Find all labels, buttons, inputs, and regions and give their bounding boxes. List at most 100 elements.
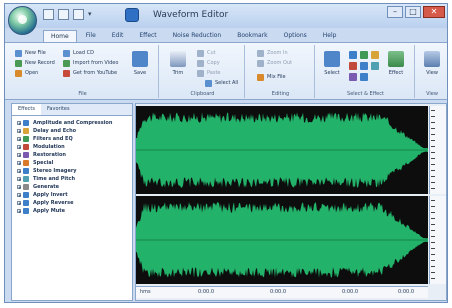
effects-tree-item[interactable]: + Time and Pitch (17, 175, 132, 183)
expand-icon[interactable]: + (17, 193, 21, 198)
expand-icon[interactable]: + (17, 137, 21, 142)
application-menu-button[interactable] (8, 6, 37, 35)
ribbon-tabs: Home File Edit Effect Noise Reduction Bo… (43, 30, 343, 42)
scale-tick (431, 140, 435, 141)
trim-button[interactable]: Trim (167, 49, 189, 87)
effect-echo-icon[interactable] (371, 51, 379, 59)
load-cd-button[interactable]: Load CD (63, 49, 94, 58)
ribbon-group-view: View View (417, 45, 447, 98)
ribbon-group-editing: Zoom In Zoom Out Mix File Editing (247, 45, 315, 98)
tab-bookmark[interactable]: Bookmark (230, 30, 274, 42)
save-button-label: Save (133, 70, 147, 76)
maximize-button[interactable]: □ (405, 6, 421, 18)
effects-tree-item[interactable]: + Amplitude and Compression (17, 119, 132, 127)
left-channel[interactable] (136, 106, 428, 194)
scale-tick (431, 254, 435, 255)
right-channel-waveform (136, 202, 428, 278)
effect-amplify-icon[interactable] (349, 51, 357, 59)
tab-options[interactable]: Options (277, 30, 314, 42)
cut-button[interactable]: Cut (197, 49, 216, 58)
copy-button[interactable]: Copy (197, 59, 220, 68)
scale-tick (431, 200, 435, 201)
tab-home[interactable]: Home (43, 30, 77, 42)
expand-icon[interactable]: + (17, 209, 21, 214)
minimize-button[interactable]: – (387, 6, 403, 18)
expand-icon[interactable]: + (17, 161, 21, 166)
get-from-youtube-button[interactable]: Get from YouTube (63, 69, 117, 78)
timeline-label: hms (140, 289, 151, 295)
new-record-button[interactable]: New Record (15, 59, 55, 68)
redo-icon[interactable] (73, 9, 84, 20)
effect-silence-icon[interactable] (360, 62, 368, 70)
tab-favorites[interactable]: Favorites (41, 104, 76, 115)
effects-panel: Effects Favorites + Amplitude and Compres… (11, 103, 133, 301)
scale-tick (431, 110, 435, 111)
expand-icon[interactable]: + (17, 153, 21, 158)
effects-tree-item[interactable]: + Generate (17, 183, 132, 191)
import-from-video-button[interactable]: Import from Video (63, 59, 118, 68)
effects-tree-item[interactable]: + Stereo Imagery (17, 167, 132, 175)
effect-invert-icon[interactable] (360, 73, 368, 81)
expand-icon[interactable]: + (17, 121, 21, 126)
mix-file-button[interactable]: Mix File (257, 73, 286, 82)
effect-button[interactable]: Effect (385, 49, 407, 87)
effect-reverse-icon[interactable] (349, 73, 357, 81)
effect-category-icon (23, 168, 29, 174)
effect-normalize-icon[interactable] (349, 62, 357, 70)
tab-edit[interactable]: Edit (105, 30, 131, 42)
select-button[interactable]: Select (321, 49, 343, 87)
zoom-out-button[interactable]: Zoom Out (257, 59, 292, 68)
save-button[interactable]: Save (129, 49, 151, 87)
tab-effects[interactable]: Effects (12, 104, 41, 115)
expand-icon[interactable]: + (17, 185, 21, 190)
effects-tree-item[interactable]: + Apply Mute (17, 207, 132, 215)
effects-tree-item[interactable]: + Filters and EQ (17, 135, 132, 143)
effects-tree-item[interactable]: + Delay and Echo (17, 127, 132, 135)
view-button-label: View (426, 70, 438, 76)
select-icon (324, 51, 340, 67)
effect-pitch-icon[interactable] (371, 62, 379, 70)
effects-tree-item[interactable]: + Modulation (17, 143, 132, 151)
zoom-in-button[interactable]: Zoom In (257, 49, 288, 58)
scale-tick (431, 152, 435, 153)
effects-tree-item[interactable]: + Restoration (17, 151, 132, 159)
scale-tick (431, 278, 435, 279)
scale-tick (431, 206, 435, 207)
effect-fade-icon[interactable] (360, 51, 368, 59)
scale-tick (431, 146, 435, 147)
effects-tree-item[interactable]: + Apply Reverse (17, 199, 132, 207)
timeline-ruler[interactable]: hms 0:00.0 0:00.0 0:00.0 0:00.0 (136, 286, 428, 298)
group-label-view: View (426, 91, 438, 97)
scale-tick (431, 176, 435, 177)
view-button[interactable]: View (421, 49, 443, 87)
right-channel[interactable] (136, 196, 428, 284)
effect-category-icon (23, 144, 29, 150)
expand-icon[interactable]: + (17, 177, 21, 182)
scale-tick (431, 164, 435, 165)
close-button[interactable]: ✕ (423, 6, 445, 18)
effects-tree-item[interactable]: + Apply Invert (17, 191, 132, 199)
paste-button[interactable]: Paste (197, 69, 221, 78)
save-icon[interactable] (43, 9, 54, 20)
expand-icon[interactable]: + (17, 145, 21, 150)
tab-file[interactable]: File (79, 30, 103, 42)
expand-icon[interactable]: + (17, 129, 21, 134)
tab-noise-reduction[interactable]: Noise Reduction (166, 30, 229, 42)
select-all-button[interactable]: Select All (205, 79, 238, 88)
save-icon (132, 51, 148, 67)
expand-icon[interactable]: + (17, 201, 21, 206)
undo-icon[interactable] (58, 9, 69, 20)
effects-tree-item-label: Restoration (33, 152, 66, 158)
group-label-editing: Editing (271, 91, 290, 97)
tab-effect[interactable]: Effect (132, 30, 163, 42)
effects-tree-item-label: Delay and Echo (33, 128, 77, 134)
open-button[interactable]: Open (15, 69, 38, 78)
tab-help[interactable]: Help (316, 30, 344, 42)
view-icon (424, 51, 440, 67)
effects-tree-item[interactable]: + Special (17, 159, 132, 167)
new-file-button[interactable]: New File (15, 49, 46, 58)
qat-dropdown-icon[interactable]: ▾ (88, 9, 96, 20)
expand-icon[interactable]: + (17, 169, 21, 174)
title-bar: ▾ Waveform Editor – □ ✕ (5, 4, 447, 28)
waveform-area: hms 0:00.0 0:00.0 0:00.0 0:00.0 (135, 103, 447, 301)
